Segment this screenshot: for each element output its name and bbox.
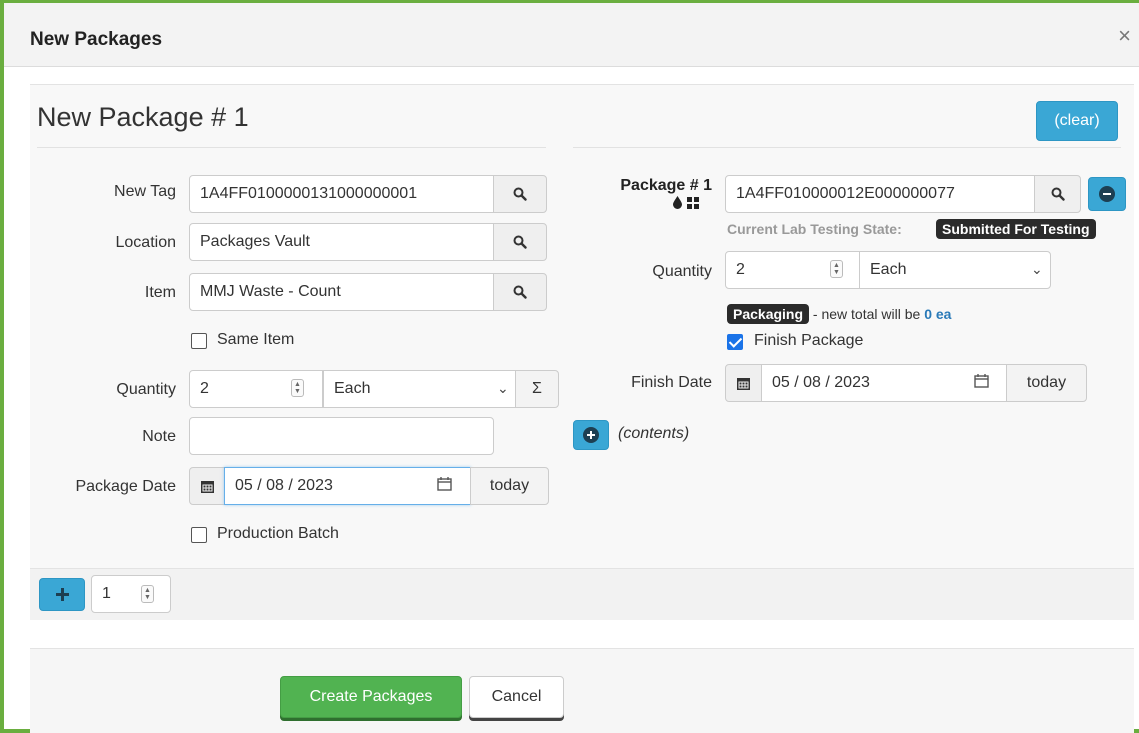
package-date-input[interactable]: 05 / 08 / 2023	[224, 467, 471, 505]
source-tag-input[interactable]: 1A4FF010000012E000000077	[725, 175, 1035, 213]
lab-state-badge: Submitted For Testing	[936, 219, 1096, 239]
package-date-label: Package Date	[75, 478, 176, 495]
search-icon	[513, 235, 527, 249]
cancel-button[interactable]: Cancel	[469, 676, 564, 718]
package-date-today-button[interactable]: today	[470, 467, 549, 505]
date-picker-icon[interactable]	[437, 477, 452, 496]
add-contents-button[interactable]	[573, 420, 609, 450]
dialog-header: New Packages ×	[4, 3, 1139, 67]
location-input[interactable]: Packages Vault	[189, 223, 494, 261]
source-tag-search-button[interactable]	[1034, 175, 1081, 213]
search-icon	[513, 285, 527, 299]
calendar-icon	[725, 364, 762, 402]
search-icon	[513, 187, 527, 201]
sum-button[interactable]: Σ	[515, 370, 559, 408]
chevron-down-icon: ⌄	[1031, 261, 1043, 277]
same-item-label: Same Item	[217, 331, 295, 348]
item-label: Item	[144, 284, 176, 301]
quantity-unit-select[interactable]: Each	[323, 370, 516, 408]
finish-date-label: Finish Date	[631, 374, 712, 391]
production-batch-checkbox[interactable]	[191, 527, 207, 543]
package-count-input[interactable]: 1	[91, 575, 171, 613]
right-quantity-stepper[interactable]: ▲ ▼	[830, 260, 843, 278]
plus-circle-icon	[583, 427, 599, 443]
production-batch-label: Production Batch	[217, 525, 339, 542]
right-divider	[573, 147, 1121, 148]
new-total-text: - new total will be	[809, 306, 925, 322]
contents-label: (contents)	[618, 425, 690, 442]
finish-date-today-button[interactable]: today	[1006, 364, 1087, 402]
grid-icon	[687, 196, 699, 209]
source-package-icons	[672, 196, 699, 209]
add-package-button[interactable]	[39, 578, 85, 611]
close-icon[interactable]: ×	[1118, 25, 1131, 47]
source-package-label: Package # 1	[620, 177, 712, 194]
new-tag-input[interactable]: 1A4FF0100000131000000001	[189, 175, 494, 213]
remove-source-button[interactable]	[1088, 177, 1126, 211]
package-count-stepper[interactable]: ▲ ▼	[141, 585, 154, 603]
new-tag-search-button[interactable]	[493, 175, 547, 213]
right-quantity-label: Quantity	[652, 263, 712, 280]
finish-package-label: Finish Package	[754, 332, 864, 349]
packaging-badge: Packaging	[727, 304, 810, 324]
note-input[interactable]	[189, 417, 494, 455]
quantity-stepper[interactable]: ▲ ▼	[291, 379, 304, 397]
chevron-down-icon: ⌄	[497, 380, 509, 396]
location-label: Location	[115, 234, 177, 251]
package-title: New Package # 1	[37, 102, 249, 132]
clear-button[interactable]: (clear)	[1036, 101, 1118, 141]
location-search-button[interactable]	[493, 223, 547, 261]
new-total-value: 0 ea	[924, 306, 952, 322]
dialog-footer	[30, 648, 1134, 733]
droplet-icon	[673, 196, 682, 209]
add-package-row	[30, 568, 1134, 620]
same-item-checkbox[interactable]	[191, 333, 207, 349]
finish-package-checkbox[interactable]	[727, 334, 743, 350]
search-icon	[1051, 187, 1065, 201]
date-picker-icon[interactable]	[974, 374, 989, 393]
packaging-note: Packaging - new total will be 0 ea	[727, 304, 951, 324]
dialog-title: New Packages	[30, 29, 163, 50]
finish-date-input[interactable]: 05 / 08 / 2023	[761, 364, 1007, 402]
right-quantity-unit-select[interactable]: Each	[859, 251, 1051, 289]
item-search-button[interactable]	[493, 273, 547, 311]
plus-icon	[55, 588, 69, 601]
calendar-icon	[189, 467, 225, 505]
new-tag-label: New Tag	[114, 183, 176, 200]
lab-state-label: Current Lab Testing State:	[727, 221, 902, 237]
note-label: Note	[142, 428, 176, 445]
create-packages-button[interactable]: Create Packages	[280, 676, 462, 718]
quantity-label: Quantity	[116, 381, 176, 398]
minus-circle-icon	[1099, 186, 1115, 202]
item-input[interactable]: MMJ Waste - Count	[189, 273, 494, 311]
left-divider	[37, 147, 546, 148]
